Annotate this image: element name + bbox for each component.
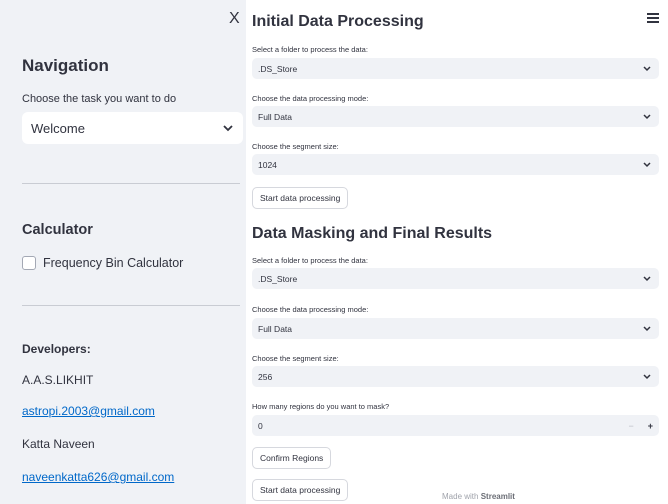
task-select[interactable]: Welcome [22, 112, 243, 144]
chevron-down-icon [223, 124, 233, 131]
s2-folder-value: .DS_Store [258, 273, 298, 284]
frequency-bin-checkbox-label: Frequency Bin Calculator [43, 256, 184, 270]
chevron-down-icon [643, 161, 651, 167]
s2-start-processing-button[interactable]: Start data processing [252, 479, 349, 501]
s2-mode-label: Choose the data processing mode: [252, 305, 369, 314]
developer-email-link-1[interactable]: astropi.2003@gmail.com [22, 404, 155, 418]
calculator-title: Calculator [22, 222, 93, 238]
chevron-down-icon [643, 325, 651, 331]
s2-regions-value[interactable]: 0 [258, 421, 263, 431]
chevron-down-icon [643, 373, 651, 379]
developer-name-2: Katta Naveen [22, 437, 95, 451]
decrement-button[interactable]: − [628, 421, 633, 431]
chevron-down-icon [643, 113, 651, 119]
s2-segment-select[interactable]: 256 [252, 366, 659, 387]
checkbox-icon[interactable] [22, 256, 36, 270]
developer-name-1: A.A.S.LIKHIT [22, 373, 94, 387]
s2-mode-select[interactable]: Full Data [252, 318, 659, 339]
s2-regions-label: How many regions do you want to mask? [252, 402, 390, 411]
developer-email-link-2[interactable]: naveenkatta626@gmail.com [22, 470, 174, 484]
frequency-bin-checkbox[interactable]: Frequency Bin Calculator [22, 256, 183, 270]
s1-folder-value: .DS_Store [258, 63, 298, 74]
s1-segment-select[interactable]: 1024 [252, 154, 659, 175]
s1-mode-label: Choose the data processing mode: [252, 94, 369, 103]
s1-mode-value: Full Data [258, 111, 293, 122]
confirm-regions-button[interactable]: Confirm Regions [252, 447, 332, 469]
s1-folder-select[interactable]: .DS_Store [252, 58, 659, 79]
s2-regions-number-input[interactable]: 0 − + [252, 415, 659, 436]
sidebar-divider [22, 305, 240, 306]
navigation-title: Navigation [22, 56, 109, 75]
chevron-down-icon [643, 65, 651, 71]
data-masking-title: Data Masking and Final Results [252, 225, 493, 242]
s2-segment-label: Choose the segment size: [252, 354, 339, 363]
s1-mode-select[interactable]: Full Data [252, 106, 659, 127]
streamlit-brand: Streamlit [480, 492, 515, 501]
stepper-buttons: − + [628, 421, 653, 431]
sidebar: X Navigation Choose the task you want to… [0, 0, 246, 504]
s1-segment-label: Choose the segment size: [252, 142, 339, 151]
task-select-value: Welcome [31, 120, 85, 136]
hamburger-menu-icon[interactable] [647, 13, 659, 23]
chevron-down-icon [643, 275, 651, 281]
made-with-text: Made with [442, 492, 479, 501]
s1-folder-label: Select a folder to process the data: [252, 45, 368, 54]
sidebar-close-icon[interactable]: X [229, 10, 240, 28]
s1-start-processing-button[interactable]: Start data processing [252, 187, 349, 209]
s1-segment-value: 1024 [258, 159, 277, 170]
developers-title: Developers: [22, 342, 91, 356]
s2-folder-label: Select a folder to process the data: [252, 256, 368, 265]
s2-mode-value: Full Data [258, 323, 293, 334]
sidebar-divider [22, 183, 240, 184]
s2-segment-value: 256 [258, 371, 273, 382]
initial-processing-title: Initial Data Processing [252, 13, 424, 30]
task-select-label: Choose the task you want to do [22, 93, 177, 105]
made-with-footer[interactable]: Made with Streamlit [442, 492, 515, 501]
s2-folder-select[interactable]: .DS_Store [252, 268, 659, 289]
increment-button[interactable]: + [648, 421, 653, 431]
